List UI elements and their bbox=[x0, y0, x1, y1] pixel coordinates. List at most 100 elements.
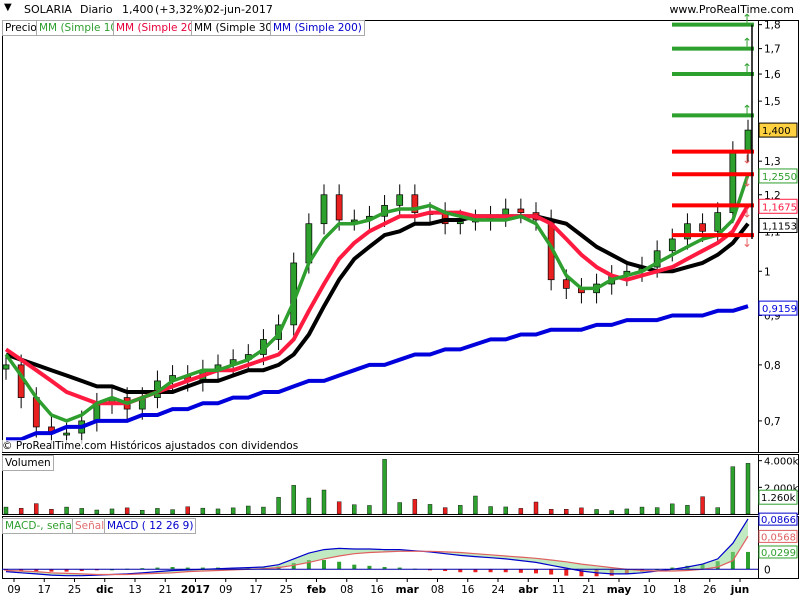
price-tick-label: 0,8 bbox=[764, 360, 781, 372]
macd-histogram-bar bbox=[746, 551, 750, 570]
x-tick-label: 25 bbox=[280, 584, 293, 596]
arrow-up-icon: ↑ bbox=[742, 61, 752, 75]
macd-tag-label: 0,0866 bbox=[761, 515, 796, 526]
x-tick-label: dic bbox=[96, 584, 113, 596]
price-tick-label: 1,8 bbox=[764, 20, 781, 32]
volume-bar bbox=[458, 505, 463, 515]
volume-bar bbox=[579, 507, 584, 515]
volume-bar bbox=[624, 508, 630, 515]
macd-histogram-bar bbox=[367, 565, 372, 570]
volume-bar bbox=[155, 508, 160, 515]
volume-bar bbox=[291, 485, 296, 515]
volume-bar bbox=[79, 508, 84, 515]
volume-bar bbox=[685, 505, 690, 515]
legend-ma30[interactable]: MM (Simple 30) bbox=[191, 20, 280, 36]
volume-bar bbox=[336, 501, 342, 515]
volume-bar bbox=[3, 506, 9, 515]
volume-bar bbox=[427, 504, 433, 515]
prorealtime-chart-window: ▼ SOLARIA Diario 1,400 (+3,32%) 02-jun-2… bbox=[0, 0, 800, 600]
volume-bar bbox=[397, 502, 402, 515]
volume-pane[interactable]: 4.000k2.000k1.260k bbox=[2, 454, 799, 515]
volume-bar bbox=[109, 508, 115, 515]
x-tick-label: 08 bbox=[340, 584, 353, 596]
x-tick-label: abr bbox=[518, 584, 539, 596]
volume-bar bbox=[533, 501, 539, 515]
arrow-down-icon: ↓ bbox=[742, 236, 752, 250]
x-tick-label: 08 bbox=[431, 584, 444, 596]
price-tick-label: 1,7 bbox=[764, 44, 781, 56]
macd-histogram-bar bbox=[564, 569, 569, 576]
macd-histogram-bar bbox=[549, 569, 554, 575]
x-tick-label: 09 bbox=[7, 584, 20, 596]
x-tick-label: 17 bbox=[38, 584, 51, 596]
price-tick-label: 1,3 bbox=[764, 156, 781, 168]
volume-bar bbox=[715, 507, 720, 515]
arrow-down-icon: ↓ bbox=[742, 206, 752, 220]
volume-bar bbox=[412, 499, 418, 515]
x-tick-label: 16 bbox=[370, 584, 384, 596]
x-tick-label: 10 bbox=[643, 584, 656, 596]
candle-body bbox=[335, 194, 343, 221]
volume-bar bbox=[170, 509, 175, 515]
value-tag-label: 1,2550 bbox=[762, 172, 797, 183]
volume-bar bbox=[215, 508, 221, 515]
legend-macd[interactable]: MACD ( 12 26 9) bbox=[104, 518, 197, 534]
legend-ma10[interactable]: MM (Simple 10) bbox=[36, 20, 125, 36]
legend-ma200[interactable]: MM (Simple 200) bbox=[270, 20, 365, 36]
arrow-down-icon: ↓ bbox=[742, 175, 752, 189]
volume-bar bbox=[246, 505, 251, 515]
series-line-mm-simple-20- bbox=[4, 204, 750, 406]
candle-body bbox=[699, 223, 706, 232]
volume-bar bbox=[745, 463, 751, 515]
legend-volumen[interactable]: Volumen bbox=[2, 455, 54, 471]
candle-body bbox=[517, 208, 525, 213]
x-tick-label: may bbox=[607, 584, 632, 596]
legend-senal[interactable]: Señal bbox=[72, 518, 108, 534]
volume-bar bbox=[442, 507, 448, 515]
arrow-up-icon: ↑ bbox=[742, 36, 752, 50]
macd-histogram-bar bbox=[322, 560, 326, 570]
x-tick-label: 2017 bbox=[181, 584, 210, 596]
volume-bar bbox=[488, 506, 493, 515]
x-tick-label: 09 bbox=[219, 584, 232, 596]
volume-bar bbox=[200, 507, 206, 515]
volume-bar bbox=[64, 506, 69, 515]
macd-histogram-bar bbox=[518, 569, 523, 573]
volume-bar bbox=[518, 508, 524, 515]
volume-bar bbox=[352, 504, 357, 515]
volume-bar bbox=[321, 489, 327, 515]
x-tick-label: 17 bbox=[249, 584, 262, 596]
candle-body bbox=[320, 194, 328, 225]
x-tick-label: 16 bbox=[461, 584, 475, 596]
arrow-up-icon: ↑ bbox=[742, 12, 752, 26]
legend-ma20[interactable]: MM (Simple 20) bbox=[113, 20, 202, 36]
candle-body bbox=[2, 364, 10, 370]
candle-body bbox=[744, 129, 752, 152]
x-tick-label: mar bbox=[396, 584, 420, 596]
legend-precio[interactable]: Precio bbox=[2, 20, 40, 36]
volume-bar bbox=[124, 507, 130, 515]
x-axis: 09 17 25 dic 13 21 2017 09 17 25 feb 08 16 mar 08 16 24 a… bbox=[7, 578, 749, 596]
price-pane[interactable]: 0,70,80,911,11,21,31,51,61,71,8↑↑↑↑↓↓↓↓1… bbox=[2, 12, 799, 453]
x-tick-label: 18 bbox=[673, 584, 686, 596]
volume-bar bbox=[670, 503, 675, 515]
macd-tag-label: 0,0299 bbox=[761, 548, 796, 559]
legend-macd-signal[interactable]: MACD-, señal bbox=[2, 518, 78, 534]
volume-bar bbox=[594, 509, 599, 515]
volume-bar bbox=[473, 495, 478, 515]
candle-body bbox=[63, 432, 70, 436]
value-tag-label: 0,9159 bbox=[762, 304, 797, 315]
volume-bar bbox=[503, 506, 508, 515]
arrow-down-icon: ↓ bbox=[742, 153, 752, 167]
series-line-mm-simple-10- bbox=[4, 173, 750, 423]
x-tick-label: 21 bbox=[582, 584, 595, 596]
volume-bar bbox=[94, 509, 100, 515]
volume-bar bbox=[654, 507, 660, 515]
volume-bar bbox=[700, 496, 705, 515]
price-tick-label: 1,6 bbox=[764, 69, 781, 81]
arrow-up-icon: ↑ bbox=[742, 102, 752, 116]
volume-bar bbox=[276, 497, 281, 515]
value-tag-label: 1,1153 bbox=[762, 221, 797, 232]
x-tick-label: 26 bbox=[703, 584, 717, 596]
volume-bar bbox=[185, 506, 190, 515]
